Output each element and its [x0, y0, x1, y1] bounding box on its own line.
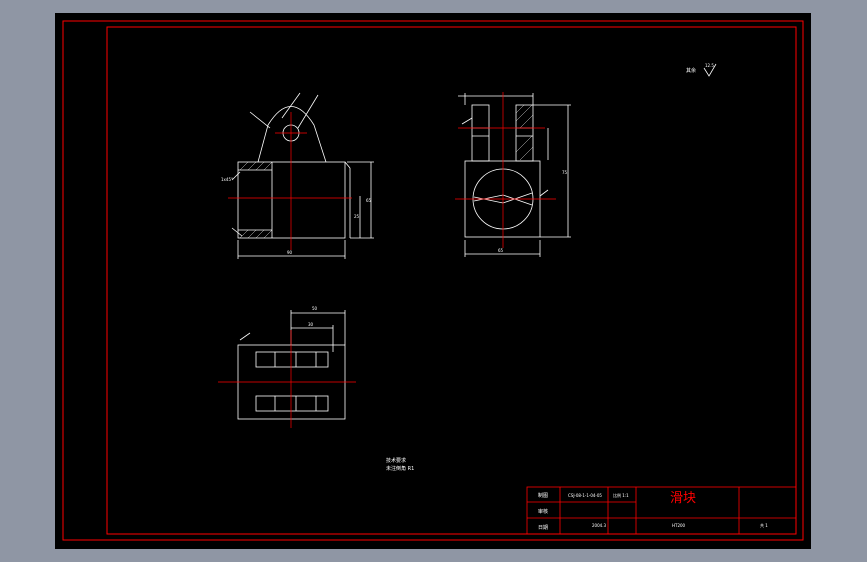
roughness-value: 12.5 [705, 63, 714, 68]
title-block-text: 制图 审核 日期 CSJ-08-1-1-04-05 比例 1:1 滑块 2004… [538, 491, 768, 531]
title-school: 2004.3 [592, 523, 606, 528]
dim-top-width: 50 [312, 306, 318, 311]
roughness-label: 其余 [686, 67, 696, 74]
title-drawing-no: CSJ-08-1-1-04-05 [568, 493, 602, 498]
cad-drawing-canvas: 其余 12.5 90 65 25 1x45° 65 75 50 30 技术要求 … [62, 20, 804, 541]
side-view [458, 93, 571, 257]
dim-side-height: 75 [562, 170, 568, 175]
front-view-centerlines [228, 112, 352, 250]
dim-top-inner: 30 [308, 322, 314, 327]
dim-front-width: 90 [287, 250, 293, 255]
dim-front-height: 65 [366, 198, 372, 203]
front-body [237, 161, 346, 239]
front-hatch-top [239, 161, 273, 171]
side-view-dim-text: 65 75 [498, 170, 568, 253]
title-label-check: 审核 [538, 508, 548, 515]
title-label-design: 制图 [538, 492, 548, 499]
title-part-name: 滑块 [670, 491, 696, 506]
title-material: HT200 [672, 523, 686, 528]
dim-chamfer: 1x45° [221, 177, 233, 182]
top-view-dim-text: 50 30 [308, 306, 318, 327]
front-lug-outline [257, 106, 327, 163]
top-slot-upper [255, 351, 329, 368]
technical-notes: 技术要求 未注倒角 R1 [386, 457, 414, 472]
inner-border [106, 26, 797, 535]
title-sheet: 共 1 [760, 522, 768, 528]
title-scale: 比例 1:1 [613, 492, 629, 498]
top-view [237, 310, 346, 420]
front-view-dim-text: 90 65 25 1x45° [221, 177, 372, 255]
notes-line1: 技术要求 [386, 457, 406, 464]
side-view-centerlines [455, 92, 556, 248]
dim-side-width: 65 [498, 248, 504, 253]
top-slot-lower [255, 395, 329, 412]
drawing-sheet: 其余 12.5 90 65 25 1x45° 65 75 50 30 技术要求 … [55, 13, 811, 549]
outer-border [62, 20, 804, 541]
front-view [231, 92, 374, 259]
roughness-note: 其余 12.5 [686, 63, 717, 77]
dim-front-inner: 25 [354, 214, 360, 219]
title-label-date: 日期 [538, 525, 548, 531]
notes-line2: 未注倒角 R1 [386, 465, 414, 472]
front-hatch-bottom [239, 229, 273, 239]
